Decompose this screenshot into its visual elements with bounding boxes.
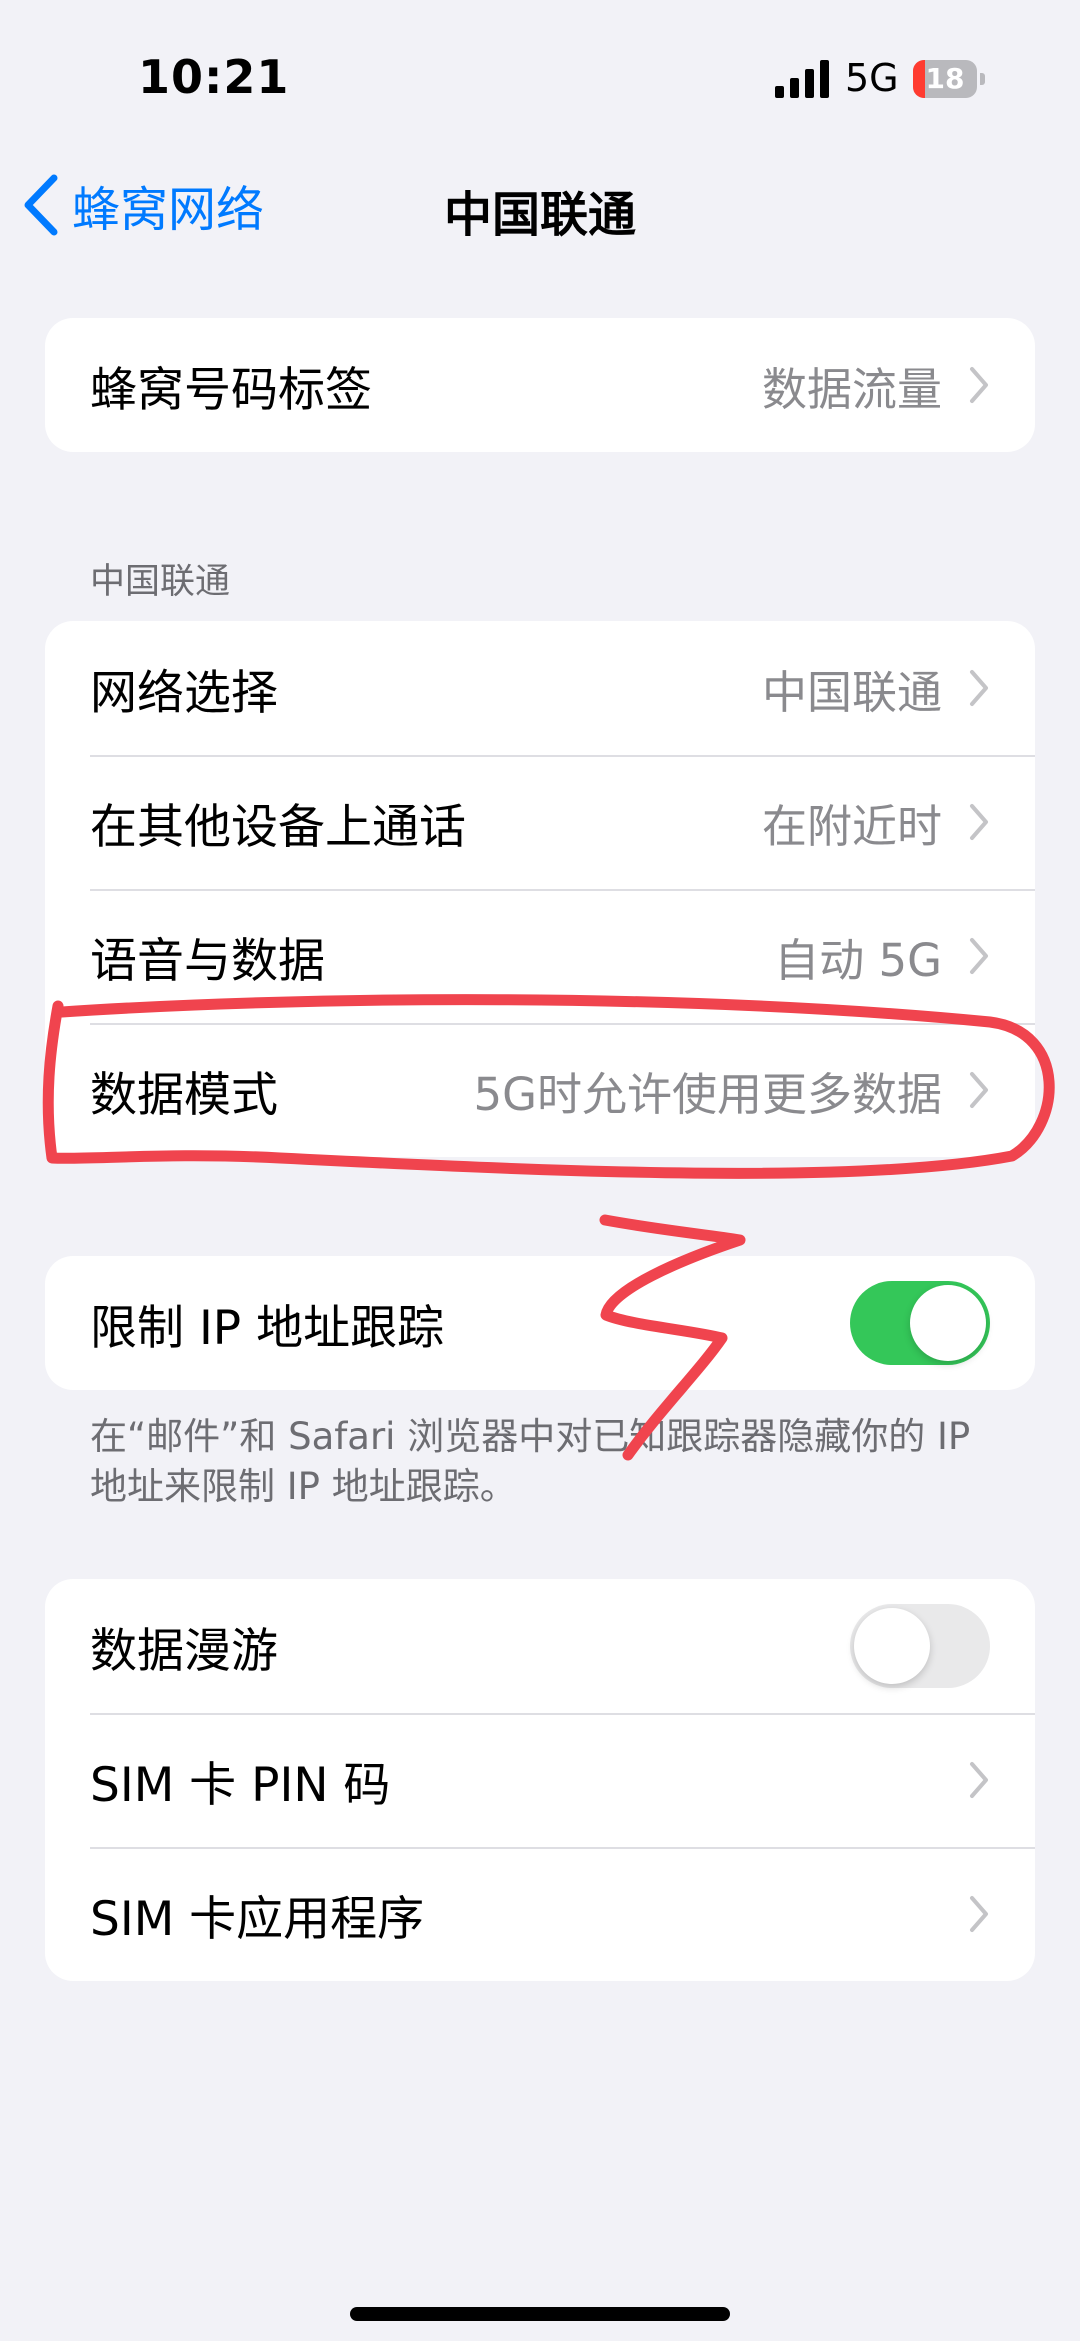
status-bar: 10:21 5G 18 <box>0 0 1080 150</box>
chevron-right-icon <box>970 367 988 403</box>
home-indicator[interactable] <box>350 2307 730 2321</box>
row-label: 数据漫游 <box>90 1623 278 1679</box>
network-type: 5G <box>845 56 899 100</box>
group-ip-tracking: 限制 IP 地址跟踪 <box>45 1256 1035 1390</box>
battery-icon: 18 <box>913 60 985 98</box>
row-label: 在其他设备上通话 <box>90 799 466 855</box>
section-header-carrier: 中国联通 <box>90 562 231 602</box>
battery-body: 18 <box>913 60 977 98</box>
row-number-label[interactable]: 蜂窝号码标签 数据流量 <box>45 318 1035 452</box>
row-label: 蜂窝号码标签 <box>90 362 372 418</box>
row-label: SIM 卡应用程序 <box>90 1891 425 1947</box>
row-value: 5G时允许使用更多数据 <box>473 1067 942 1121</box>
toggle-knob <box>910 1285 986 1361</box>
row-label: SIM 卡 PIN 码 <box>90 1757 391 1813</box>
battery-tip <box>980 73 985 85</box>
toggle-knob <box>854 1608 930 1684</box>
group-number-label: 蜂窝号码标签 数据流量 <box>45 318 1035 452</box>
row-data-roaming: 数据漫游 <box>45 1579 1035 1713</box>
battery-level: 18 <box>925 62 965 95</box>
data-roaming-toggle[interactable] <box>850 1604 990 1688</box>
row-network-selection[interactable]: 网络选择 中国联通 <box>45 621 1035 755</box>
row-label: 语音与数据 <box>90 933 325 989</box>
row-value: 数据流量 <box>761 362 942 416</box>
row-value: 中国联通 <box>761 665 942 719</box>
chevron-right-icon <box>970 1896 988 1932</box>
row-limit-ip-tracking: 限制 IP 地址跟踪 <box>45 1256 1035 1390</box>
page-title: 中国联通 <box>443 187 636 243</box>
chevron-right-icon <box>970 1072 988 1108</box>
row-calls-other-devices[interactable]: 在其他设备上通话 在附近时 <box>45 755 1035 889</box>
row-voice-data[interactable]: 语音与数据 自动 5G <box>45 889 1035 1023</box>
row-data-mode[interactable]: 数据模式 5G时允许使用更多数据 <box>45 1023 1035 1157</box>
row-sim-apps[interactable]: SIM 卡应用程序 <box>45 1847 1035 1981</box>
chevron-right-icon <box>970 1762 988 1798</box>
group-sim: 数据漫游 SIM 卡 PIN 码 SIM 卡应用程序 <box>45 1579 1035 1981</box>
chevron-right-icon <box>970 938 988 974</box>
chevron-right-icon <box>970 804 988 840</box>
row-value: 自动 5G <box>774 933 942 987</box>
chevron-right-icon <box>970 670 988 706</box>
group-carrier: 网络选择 中国联通 在其他设备上通话 在附近时 语音与数据 自动 5G 数据模式… <box>45 621 1035 1157</box>
ip-tracking-footer: 在“邮件”和 Safari 浏览器中对已知跟踪器隐藏你的 IP 地址来限制 IP… <box>90 1415 971 1508</box>
cellular-signal-icon <box>775 60 829 98</box>
status-time: 10:21 <box>138 50 290 104</box>
row-label: 网络选择 <box>90 665 278 721</box>
row-sim-pin[interactable]: SIM 卡 PIN 码 <box>45 1713 1035 1847</box>
row-value: 在附近时 <box>761 799 942 853</box>
row-label: 限制 IP 地址跟踪 <box>90 1300 445 1356</box>
ip-tracking-toggle[interactable] <box>850 1281 990 1365</box>
row-label: 数据模式 <box>90 1067 278 1123</box>
